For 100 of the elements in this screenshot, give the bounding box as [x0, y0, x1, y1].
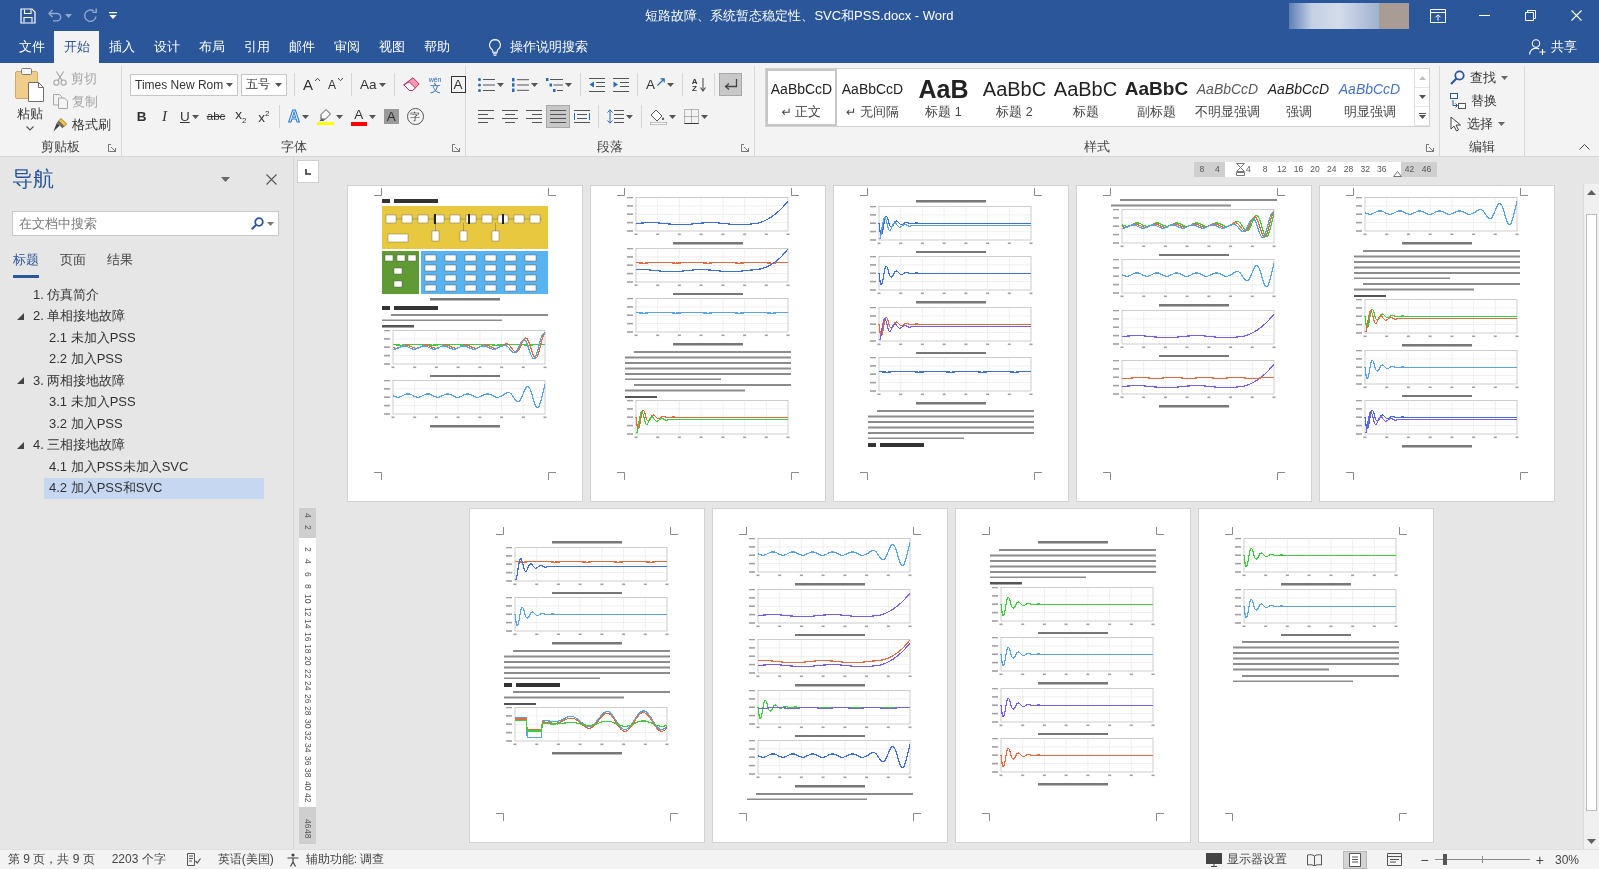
zoom-slider-thumb[interactable] [1443, 854, 1448, 865]
pane-tab[interactable]: 结果 [107, 251, 133, 278]
dialog-launcher-icon[interactable] [452, 143, 460, 152]
heading-item[interactable]: 4. 三相接地故障 [28, 434, 131, 456]
heading-item[interactable]: 2.1 未加入PSS [44, 327, 264, 349]
pane-tab[interactable]: 页面 [60, 251, 86, 278]
customize-toolbar-icon[interactable] [109, 12, 117, 19]
style-item[interactable]: AaBbCcD 强调 [1263, 69, 1334, 126]
change-case-button[interactable]: Aa [356, 73, 390, 96]
caret-icon[interactable] [368, 114, 376, 119]
caret-icon[interactable] [378, 82, 386, 87]
sort-button[interactable]: AZ [687, 73, 710, 96]
heading-item[interactable]: 1. 仿真简介 [28, 284, 105, 306]
expanded-triangle-icon[interactable] [17, 377, 24, 385]
heading-item[interactable]: 3. 两相接地故障 [28, 370, 131, 392]
scroll-down-icon[interactable] [1418, 95, 1426, 99]
style-item[interactable]: AaBbC 副标题 [1121, 69, 1192, 126]
bold-button[interactable]: B [130, 105, 153, 128]
expanded-triangle-icon[interactable] [17, 441, 24, 449]
shrink-font-button[interactable]: A [324, 73, 348, 96]
heading-item[interactable]: 2. 单相接地故障 [28, 305, 131, 327]
ribbon-display-options-icon[interactable] [1430, 8, 1446, 23]
asian-layout-button[interactable]: A [642, 73, 678, 96]
style-item[interactable]: AaBbCcD 明显强调 [1334, 69, 1405, 126]
caret-icon[interactable] [301, 114, 309, 119]
expanded-triangle-icon[interactable] [17, 312, 24, 320]
share-button[interactable]: 共享 [1529, 31, 1577, 63]
caret-icon[interactable] [267, 222, 274, 226]
caret-icon[interactable] [565, 82, 572, 87]
heading-item[interactable]: 3.1 未加入PSS [44, 391, 264, 413]
style-item[interactable]: AaBbCcD 不明显强调 [1192, 69, 1263, 126]
zoom-out-button[interactable]: − [1420, 850, 1429, 869]
minimize-icon[interactable] [1478, 15, 1490, 16]
style-item[interactable]: AaBbC 标题 [1050, 69, 1121, 126]
scroll-up-arrow-icon[interactable] [1587, 189, 1596, 195]
caret-icon[interactable] [1501, 75, 1508, 80]
format-painter-button[interactable]: 格式刷 [52, 113, 112, 136]
subscript-button[interactable]: x$_{2}$ [229, 105, 253, 128]
caret-icon[interactable] [65, 13, 72, 18]
vertical-scrollbar[interactable] [1583, 184, 1599, 849]
caret-icon[interactable] [701, 114, 708, 119]
ribbon-tab[interactable]: 插入 [99, 31, 144, 63]
indent-marker-icon[interactable] [1236, 163, 1245, 176]
ribbon-tab[interactable]: 帮助 [414, 31, 459, 63]
tell-me-search[interactable]: 操作说明搜索 [489, 31, 588, 63]
language-indicator[interactable]: 英语(美国) [217, 850, 274, 869]
caret-icon[interactable] [531, 82, 538, 87]
word-count[interactable]: 2203 个字 [111, 850, 166, 869]
page-count[interactable]: 第 9 页，共 9 页 [8, 850, 95, 869]
underline-button[interactable]: U [176, 105, 203, 128]
pane-tab[interactable]: 标题 [13, 251, 39, 278]
close-icon[interactable] [266, 173, 277, 185]
find-button[interactable]: 查找 [1450, 66, 1508, 89]
ribbon-tab[interactable]: 审阅 [324, 31, 369, 63]
caret-icon[interactable] [667, 82, 674, 87]
caret-icon[interactable] [1498, 121, 1505, 126]
ribbon-tab[interactable]: 布局 [189, 31, 234, 63]
font-color-button[interactable]: A [346, 105, 380, 128]
zoom-percentage[interactable]: 30% [1554, 850, 1579, 869]
scrollbar-thumb[interactable] [1586, 214, 1597, 811]
caret-icon[interactable] [191, 114, 199, 119]
style-item[interactable]: AaB 标题 1 [908, 69, 979, 126]
font-size-field[interactable]: 五号 [241, 73, 287, 96]
zoom-in-button[interactable]: + [1535, 850, 1544, 869]
style-item[interactable]: AaBbCcD ↵ 正文 [766, 69, 837, 126]
chevron-down-icon[interactable] [26, 126, 34, 131]
style-item[interactable]: AaBbCcD ↵ 无间隔 [837, 69, 908, 126]
dialog-launcher-icon[interactable] [741, 143, 749, 152]
accessibility-status[interactable]: 辅助功能: 调查 [285, 850, 385, 869]
heading-item[interactable]: 4.1 加入PSS未加入SVC [44, 456, 264, 478]
caret-icon[interactable] [626, 114, 633, 119]
justify-button[interactable] [546, 105, 570, 128]
heading-item[interactable]: 3.2 加入PSS [44, 413, 264, 435]
character-shading-button[interactable]: A [379, 105, 403, 128]
select-button[interactable]: 选择 [1450, 112, 1508, 135]
ribbon-tab[interactable]: 邮件 [279, 31, 324, 63]
ribbon-tab[interactable]: 开始 [54, 31, 99, 63]
right-indent-marker-icon[interactable] [1393, 171, 1402, 177]
ribbon-tab[interactable]: 设计 [144, 31, 189, 63]
scroll-down-arrow-icon[interactable] [1587, 838, 1596, 844]
caret-icon[interactable] [226, 82, 233, 87]
caret-icon[interactable] [497, 82, 504, 87]
ribbon-tab[interactable]: 视图 [369, 31, 414, 63]
document-check-icon[interactable] [186, 853, 201, 866]
caret-icon[interactable] [335, 114, 343, 119]
font-name-field[interactable]: Times New Rom [130, 73, 238, 96]
strikethrough-button[interactable]: abc [202, 105, 230, 128]
superscript-button[interactable]: x$^{2}$ [252, 105, 276, 128]
collapse-ribbon-icon[interactable] [1579, 144, 1590, 150]
style-item[interactable]: AaBbC 标题 2 [979, 69, 1050, 126]
display-settings-button[interactable]: 显示器设置 [1205, 850, 1287, 869]
caret-icon[interactable] [669, 114, 676, 119]
heading-item[interactable]: 2.2 加入PSS [44, 348, 264, 370]
paste-button[interactable]: 粘贴 [8, 66, 52, 130]
dialog-launcher-icon[interactable] [108, 143, 116, 152]
restore-icon[interactable] [1524, 10, 1536, 21]
tab-selector-button[interactable] [297, 160, 319, 183]
dialog-launcher-icon[interactable] [1426, 143, 1434, 152]
replace-button[interactable]: 替换 [1450, 89, 1508, 112]
italic-button[interactable]: I [153, 105, 176, 128]
